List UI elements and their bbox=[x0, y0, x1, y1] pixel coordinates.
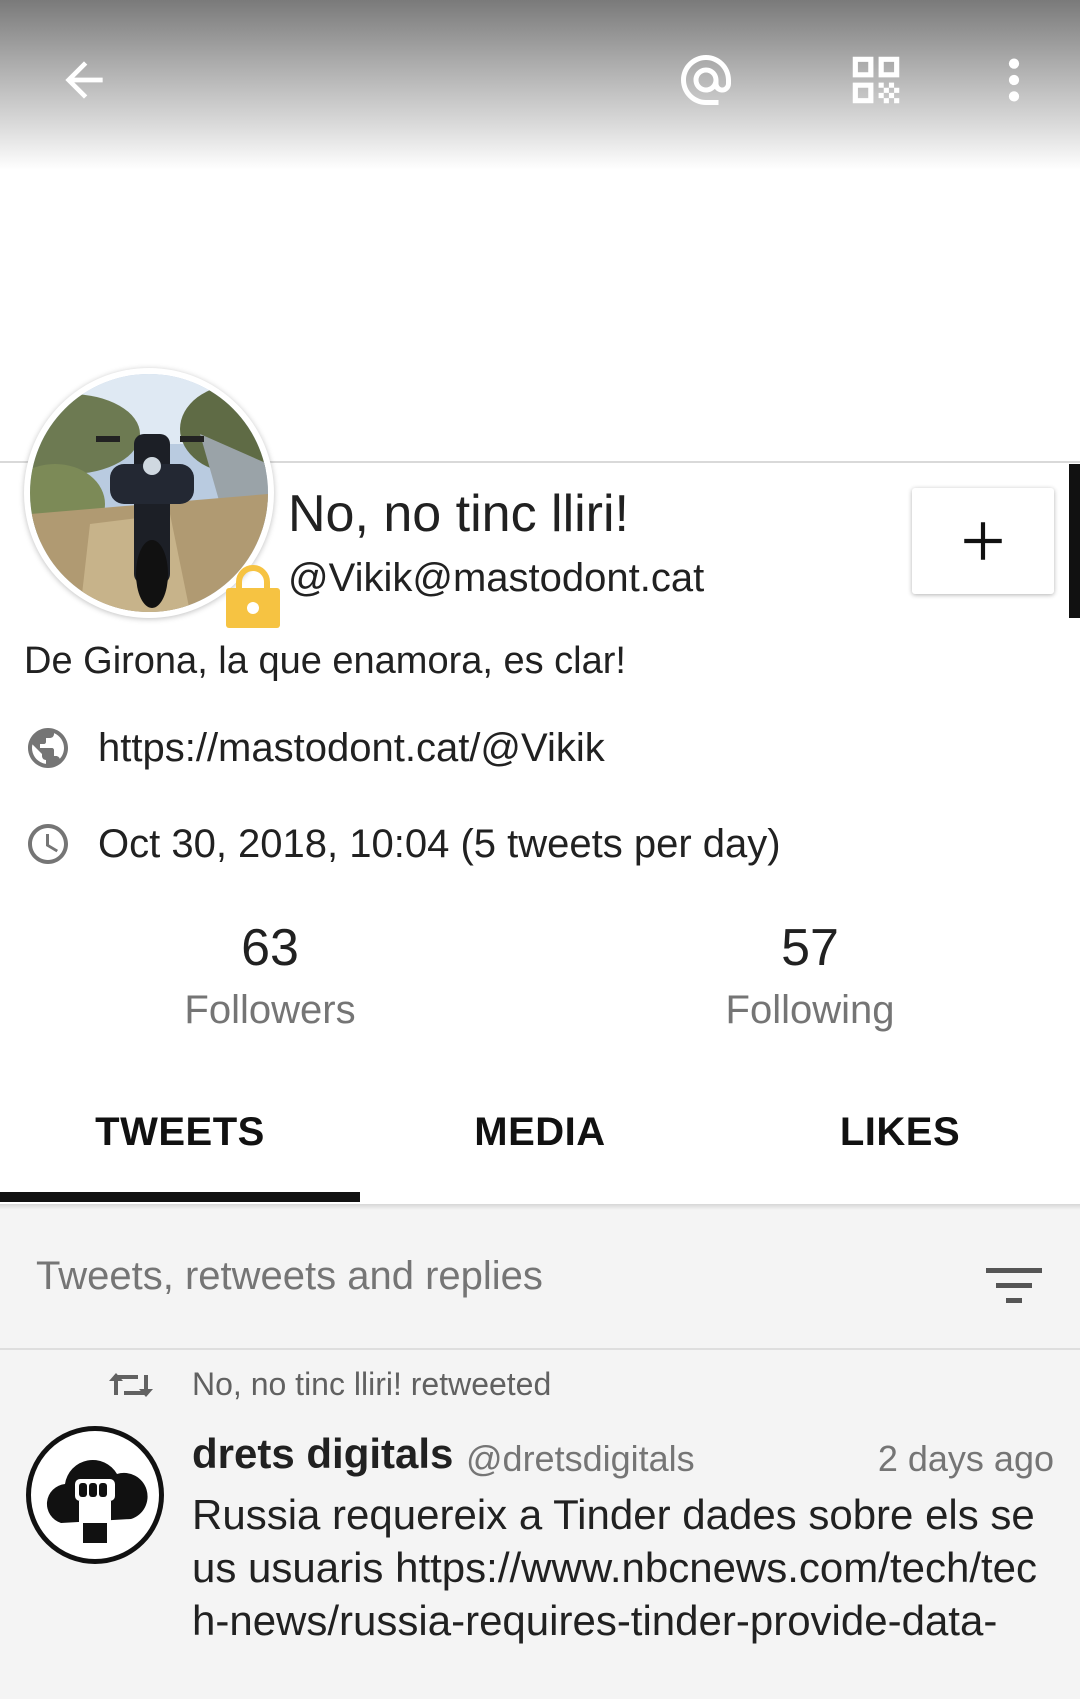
tweet-author-name[interactable]: drets digitals bbox=[192, 1430, 453, 1478]
tab-tweets[interactable]: TWEETS bbox=[0, 1080, 360, 1184]
mention-button[interactable] bbox=[666, 40, 746, 120]
clock-icon bbox=[28, 824, 68, 864]
more-options-button[interactable] bbox=[974, 40, 1054, 120]
tweet-timestamp: 2 days ago bbox=[877, 1438, 1054, 1479]
tabs-shadow bbox=[0, 1204, 1080, 1210]
tab-media[interactable]: MEDIA bbox=[360, 1080, 720, 1184]
followers-count: 63 bbox=[241, 919, 299, 977]
tab-likes[interactable]: LIKES bbox=[720, 1080, 1080, 1184]
filter-label: Tweets, retweets and replies bbox=[36, 1254, 543, 1298]
retweet-text: No, no tinc lliri! retweeted bbox=[192, 1366, 552, 1402]
profile-handle: @Vikik@mastodont.cat bbox=[288, 556, 705, 600]
qr-code-button[interactable] bbox=[836, 40, 916, 120]
timeline-filter-bar[interactable]: Tweets, retweets and replies bbox=[0, 1204, 1080, 1348]
tweet-author-avatar[interactable] bbox=[26, 1426, 164, 1564]
globe-icon bbox=[28, 728, 68, 768]
profile-url[interactable]: https://mastodont.cat/@Vikik bbox=[98, 726, 605, 771]
filter-button[interactable] bbox=[984, 1264, 1044, 1313]
cloud-fist-icon bbox=[46, 1459, 148, 1543]
profile-joined-row: Oct 30, 2018, 10:04 (5 tweets per day) bbox=[24, 820, 781, 868]
profile-url-row[interactable]: https://mastodont.cat/@Vikik bbox=[24, 724, 605, 772]
scroll-indicator bbox=[1069, 464, 1080, 618]
profile-name: No, no tinc lliri! bbox=[288, 485, 629, 543]
following-count: 57 bbox=[781, 919, 839, 977]
tweet-text: Russia requereix a Tinder dades sobre el… bbox=[192, 1491, 1038, 1644]
tweet-item[interactable]: No, no tinc lliri! retweeted drets digit… bbox=[0, 1350, 1080, 1699]
more-vertical-icon bbox=[1008, 58, 1020, 102]
retweet-icon bbox=[109, 1372, 153, 1397]
profile-bio: De Girona, la que enamora, es clar! bbox=[24, 640, 626, 682]
tweet-author-handle: @dretsdigitals bbox=[466, 1438, 695, 1479]
back-button[interactable] bbox=[44, 40, 124, 120]
locked-account-icon bbox=[224, 562, 282, 633]
followers-stat[interactable]: 63 Followers bbox=[120, 918, 420, 1033]
qr-code-icon bbox=[852, 56, 900, 104]
top-toolbar bbox=[0, 0, 1080, 170]
follow-button[interactable] bbox=[912, 488, 1054, 594]
followers-label: Followers bbox=[184, 988, 356, 1032]
plus-icon bbox=[964, 522, 1002, 560]
retweet-notice: No, no tinc lliri! retweeted bbox=[108, 1366, 551, 1403]
at-sign-icon bbox=[681, 55, 731, 105]
profile-joined: Oct 30, 2018, 10:04 (5 tweets per day) bbox=[98, 821, 781, 866]
filter-icon bbox=[986, 1268, 1042, 1303]
following-stat[interactable]: 57 Following bbox=[660, 918, 960, 1033]
active-tab-indicator bbox=[0, 1192, 360, 1202]
following-label: Following bbox=[725, 988, 895, 1032]
arrow-left-icon bbox=[65, 61, 103, 99]
profile-tabs: TWEETS MEDIA LIKES bbox=[0, 1080, 1080, 1204]
